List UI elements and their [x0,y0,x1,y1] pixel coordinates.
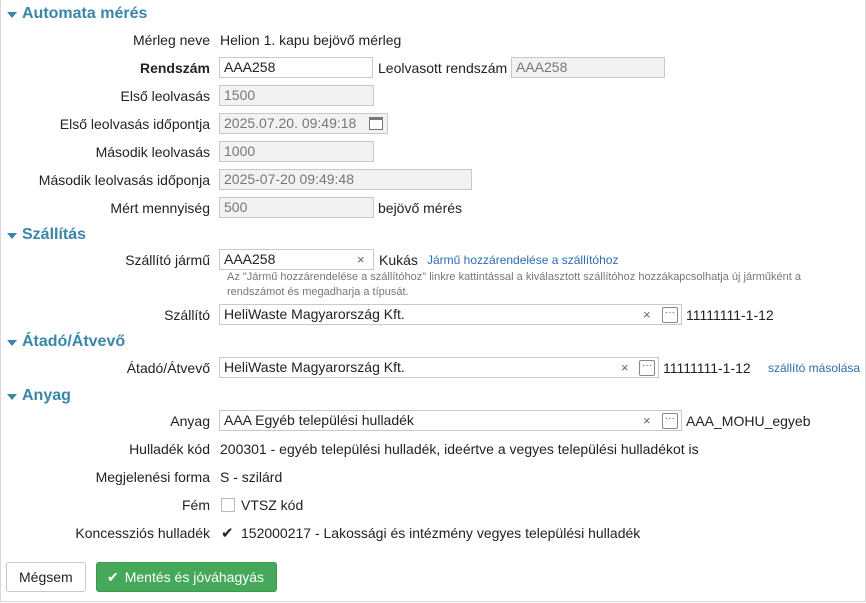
vtsz-kod-label: VTSZ kód [241,497,304,513]
merleg-neve-value: Helion 1. kapu bejövő mérleg [220,32,402,48]
collapse-triangle-icon [7,393,17,400]
koncesszios-check-icon[interactable]: ✔ [221,526,234,541]
megjelenesi-forma-value: S - szilárd [220,469,283,485]
mert-mennyiseg-field: 500 [219,197,374,218]
szallito-lookup-icon[interactable]: ··· [662,307,678,323]
szallito-masolasa-link[interactable]: szállító másolása [768,357,860,379]
collapse-triangle-icon [7,11,17,18]
section-atado-header[interactable]: Átadó/Átvevő [7,333,125,351]
rendszam-label: Rendszám [139,60,210,76]
szallito-jarmu-label: Szállító jármű [125,252,210,268]
leolvasott-rendszam-field: AAA258 [511,57,665,78]
masodik-idopont-field: 2025-07-20 09:49:48 [219,169,472,190]
check-icon: ✔ [107,569,119,585]
section-szallitas-header[interactable]: Szállítás [7,226,86,244]
cancel-button[interactable]: Mégsem [6,562,86,592]
jarmu-type: Kukás [379,252,418,268]
clear-szallito-icon[interactable]: × [643,304,651,325]
szallito-select[interactable]: HeliWaste Magyarország Kft. [219,304,682,325]
jarmu-hint-text: Az "Jármű hozzárendelése a szállítóhoz" … [227,271,801,298]
row-atado: Átadó/Átvevő HeliWaste Magyarország Kft.… [0,357,866,379]
section-automata-header[interactable]: Automata mérés [7,5,147,23]
atado-code: 11111111-1-12 [663,360,751,376]
row-elso-idopont: Első leolvasás időpontja 2025.07.20. 09:… [0,113,866,135]
anyag-select[interactable]: AAA Egyéb települési hulladék [219,410,682,431]
section-title: Automata mérés [22,5,148,22]
clear-anyag-icon[interactable]: × [643,410,651,431]
row-rendszam: Rendszám AAA258 Leolvasott rendszám AAA2… [0,57,866,79]
calendar-icon[interactable] [369,117,383,130]
masodik-leolvasas-field: 1000 [219,141,374,162]
mert-mennyiseg-suffix: bejövő mérés [378,200,463,216]
hulladek-kod-value: 200301 - egyéb települési hulladék, ideé… [220,441,699,457]
row-szallito-jarmu: Szállító jármű AAA258 × Kukás Jármű hozz… [0,249,866,271]
clear-jarmu-icon[interactable]: × [357,249,365,270]
section-title: Szállítás [22,226,87,243]
anyag-label: Anyag [170,413,210,429]
row-mert-mennyiseg: Mért mennyiség 500 bejövő mérés [0,197,866,219]
rendszam-input[interactable]: AAA258 [219,57,373,78]
elso-idopont-label: Első leolvasás időpontja [59,116,210,132]
hulladek-kod-label: Hulladék kód [129,441,210,457]
row-fem: Fém VTSZ kód [0,494,866,516]
mert-mennyiseg-label: Mért mennyiség [110,200,210,216]
fem-checkbox[interactable] [221,498,235,512]
masodik-leolvasas-label: Második leolvasás [95,144,210,160]
section-title: Átadó/Átvevő [22,333,126,350]
elso-leolvasas-label: Első leolvasás [120,88,211,104]
elso-idopont-field: 2025.07.20. 09:49:18 [219,113,388,134]
elso-idopont-value: 2025.07.20. 09:49:18 [224,115,357,131]
clear-atado-icon[interactable]: × [621,357,629,378]
save-approve-label: Mentés és jóváhagyás [124,569,265,585]
elso-leolvasas-field: 1500 [219,85,374,106]
atado-label: Átadó/Átvevő [126,360,210,376]
masodik-idopont-label: Második leolvasás időponja [38,172,210,188]
szallito-code: 11111111-1-12 [686,307,774,323]
collapse-triangle-icon [7,339,17,346]
atado-select[interactable]: HeliWaste Magyarország Kft. [219,357,659,378]
row-anyag: Anyag AAA Egyéb települési hulladék × ··… [0,410,866,432]
atado-lookup-icon[interactable]: ··· [639,360,655,376]
koncesszios-label: Koncessziós hulladék [75,525,210,541]
merleg-neve-label: Mérleg neve [132,32,210,48]
anyag-code: AAA_MOHU_egyeb [686,413,811,429]
row-elso-leolvasas: Első leolvasás 1500 [0,85,866,107]
fem-label: Fém [182,497,210,513]
row-hulladek-kod: Hulladék kód 200301 - egyéb települési h… [0,438,866,460]
anyag-lookup-icon[interactable]: ··· [662,413,678,429]
jarmu-hozzarendeles-link[interactable]: Jármű hozzárendelése a szállítóhoz [427,249,618,271]
leolvasott-rendszam-label: Leolvasott rendszám [378,60,508,76]
szallito-jarmu-input[interactable]: AAA258 [219,249,374,270]
row-megjelenesi-forma: Megjelenési forma S - szilárd [0,466,866,488]
section-anyag-header[interactable]: Anyag [7,387,71,405]
row-masodik-leolvasas: Második leolvasás 1000 [0,141,866,163]
save-approve-button[interactable]: ✔ Mentés és jóváhagyás [96,562,278,592]
szallito-label: Szállító [164,307,210,323]
section-title: Anyag [22,387,71,404]
row-szallito: Szállító HeliWaste Magyarország Kft. × ·… [0,304,866,326]
collapse-triangle-icon [7,232,17,239]
row-koncesszios: Koncessziós hulladék ✔ 152000217 - Lakos… [0,522,866,544]
koncesszios-value: 152000217 - Lakossági és intézmény vegye… [241,525,641,541]
megjelenesi-forma-label: Megjelenési forma [95,469,210,485]
row-merleg-neve: Mérleg neve Helion 1. kapu bejövő mérleg [0,29,866,51]
row-masodik-idopont: Második leolvasás időponja 2025-07-20 09… [0,169,866,191]
